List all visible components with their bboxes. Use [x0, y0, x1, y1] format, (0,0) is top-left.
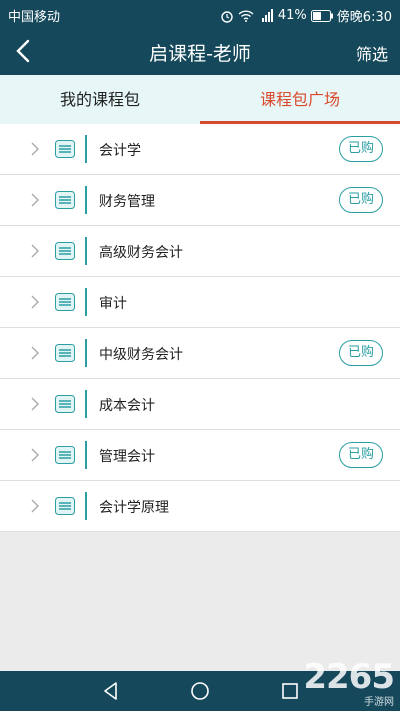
battery-percent: 41% [277, 8, 307, 23]
recents-square-icon[interactable] [279, 680, 301, 702]
course-name: 成本会计 [99, 398, 155, 414]
course-name: 会计学原理 [99, 500, 169, 516]
chevron-right-icon [31, 142, 39, 156]
home-circle-icon[interactable] [189, 680, 211, 702]
divider-bar [85, 135, 87, 163]
chevron-right-icon [31, 397, 39, 411]
chevron-right-icon [31, 244, 39, 258]
purchased-badge: 已购 [339, 187, 383, 213]
wifi-icon [238, 10, 254, 22]
list-item[interactable]: 高级财务会计 [0, 226, 400, 277]
battery-icon [310, 9, 333, 22]
course-book-icon [55, 242, 75, 260]
course-list: 会计学 已购 财务管理 已购 高级财务会计 审计 中级财务会计 已购 成本会计 [0, 124, 400, 532]
back-triangle-icon[interactable] [100, 680, 122, 702]
signal-icon [261, 9, 273, 22]
list-item[interactable]: 审计 [0, 277, 400, 328]
course-name: 管理会计 [99, 449, 155, 465]
divider-bar [85, 237, 87, 265]
divider-bar [85, 186, 87, 214]
course-book-icon [55, 497, 75, 515]
divider-bar [85, 339, 87, 367]
status-bar: 中国移动 41% 傍晚6:30 [0, 0, 400, 27]
list-item[interactable]: 会计学原理 [0, 481, 400, 532]
alarm-icon [221, 10, 233, 23]
tab-my-courses[interactable]: 我的课程包 [0, 75, 200, 124]
watermark-sub: 手游网 [364, 697, 394, 708]
chevron-right-icon [31, 295, 39, 309]
purchased-badge: 已购 [339, 442, 383, 468]
divider-bar [85, 288, 87, 316]
course-book-icon [55, 191, 75, 209]
chevron-right-icon [31, 499, 39, 513]
status-icons: 41% 傍晚6:30 [220, 6, 392, 25]
watermark-logo: 2265 [303, 657, 395, 697]
list-item[interactable]: 会计学 已购 [0, 124, 400, 175]
course-book-icon [55, 293, 75, 311]
course-name: 中级财务会计 [99, 347, 183, 363]
list-item[interactable]: 财务管理 已购 [0, 175, 400, 226]
course-name: 高级财务会计 [99, 245, 183, 261]
carrier-label: 中国移动 [8, 10, 61, 25]
purchased-badge: 已购 [339, 340, 383, 366]
list-item[interactable]: 管理会计 已购 [0, 430, 400, 481]
course-name: 审计 [99, 296, 127, 312]
chevron-right-icon [31, 346, 39, 360]
nav-bar: 启课程-老师 筛选 [0, 27, 400, 75]
page-title: 启课程-老师 [149, 43, 251, 65]
divider-bar [85, 492, 87, 520]
filter-button[interactable]: 筛选 [356, 41, 388, 65]
tab-bar: 我的课程包 课程包广场 [0, 75, 400, 124]
purchased-badge: 已购 [339, 136, 383, 162]
course-name: 财务管理 [99, 194, 155, 210]
divider-bar [85, 441, 87, 469]
list-item[interactable]: 中级财务会计 已购 [0, 328, 400, 379]
chevron-right-icon [31, 193, 39, 207]
list-item[interactable]: 成本会计 [0, 379, 400, 430]
tab-course-square[interactable]: 课程包广场 [200, 75, 400, 124]
course-book-icon [55, 446, 75, 464]
divider-bar [85, 390, 87, 418]
course-book-icon [55, 140, 75, 158]
course-name: 会计学 [99, 143, 141, 159]
course-book-icon [55, 395, 75, 413]
chevron-right-icon [31, 448, 39, 462]
course-book-icon [55, 344, 75, 362]
clock: 傍晚6:30 [336, 10, 392, 25]
